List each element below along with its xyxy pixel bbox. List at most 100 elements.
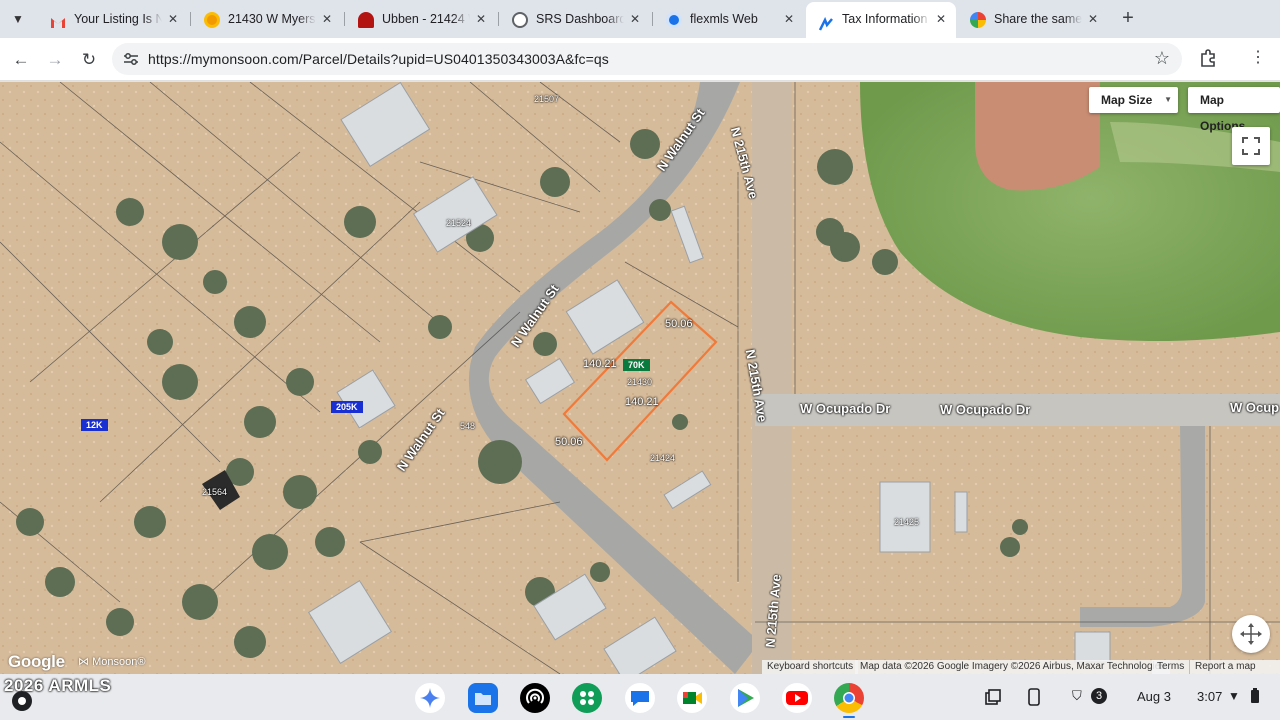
apps-icon [580,691,594,705]
tab-tax-information[interactable]: Tax Information - ✕ [806,2,956,38]
chat-icon [631,691,649,706]
more-menu-icon[interactable]: ⋮ [1250,48,1266,68]
close-icon[interactable]: ✕ [630,4,640,34]
parcel-dimension: 140.21 [583,358,617,370]
tab-search-chevron-icon[interactable]: ▼ [8,9,28,29]
close-icon[interactable]: ✕ [784,4,794,34]
price-marker[interactable]: 205K [331,401,363,413]
phone-hub-button[interactable] [1026,688,1042,709]
google-icon [970,12,986,28]
tab-title: Your Listing Is No [74,12,162,26]
date-label[interactable]: Aug 3 [1137,689,1171,704]
price-marker[interactable]: 12K [81,419,108,431]
play-store-app-button[interactable] [730,683,760,713]
chrome-icon [843,692,855,704]
monsoon-logo: ⋈ Monsoon® [78,656,146,668]
tab-srs-dashboard[interactable]: SRS Dashboard ( ✕ [500,4,650,34]
gemini-app-button[interactable] [415,683,445,713]
notifications-button[interactable]: ⛉ 3 [1068,686,1112,708]
red-logo-icon [358,12,374,28]
chrome-app-button[interactable] [834,683,864,713]
tab-21430-myers[interactable]: 21430 W Myers A ✕ [192,4,342,34]
youtube-icon [786,691,808,705]
parcel-dimension: 50.06 [665,318,693,330]
parcel-map[interactable]: N Walnut St N Walnut St N Walnut St N 21… [0,82,1280,674]
site-settings-icon[interactable] [122,50,140,68]
bookmark-star-icon[interactable]: ☆ [1154,48,1170,69]
launcher-icon [18,697,26,705]
gemini-icon [420,688,440,708]
time-label[interactable]: 3:07 [1197,689,1222,704]
tab-title: SRS Dashboard ( [536,12,624,26]
google-logo: Google [8,652,65,671]
extensions-icon[interactable] [1198,49,1218,69]
reload-button[interactable]: ↻ [77,48,101,72]
flexmls-icon [666,12,682,28]
apps-app-button[interactable] [572,683,602,713]
tab-title: 21430 W Myers A [228,12,316,26]
monsoon-label: Monsoon [92,656,138,668]
chevron-down-icon: ▼ [1164,95,1172,104]
screenshot-icon [985,689,1001,705]
monsoon-icon [818,12,834,31]
play-store-icon [738,689,754,707]
youtube-app-button[interactable] [782,683,812,713]
browser-toolbar: ← → ↻ https://mymonsoon.com/Parcel/Detai… [0,38,1280,81]
shield-icon: ⛉ [1072,688,1082,703]
wifi-icon[interactable]: ▼ [1228,689,1240,703]
lot-number: 21424 [650,453,676,463]
close-icon[interactable]: ✕ [322,4,332,34]
fullscreen-icon [1242,137,1260,155]
screen-capture-button[interactable] [984,688,1002,709]
tab-share-the-same[interactable]: Share the same r ✕ [958,4,1108,34]
battery-icon[interactable] [1250,688,1260,707]
phone-icon [1028,688,1040,706]
meet-app-button[interactable] [677,683,707,713]
meet-icon [683,692,702,704]
terms-link[interactable]: Terms [1152,660,1190,674]
report-map-error-link[interactable]: Report a map error [1190,660,1280,674]
fullscreen-button[interactable] [1232,127,1270,165]
map-size-dropdown[interactable]: Map Size ▼ [1089,87,1178,113]
tab-gmail[interactable]: Your Listing Is No ✕ [38,4,188,34]
tab-flexmls[interactable]: flexmls Web ✕ [654,4,804,34]
lot-number: 21430 [627,377,653,387]
lot-number: 548 [460,421,476,431]
files-icon [475,693,491,705]
files-app-button[interactable] [468,683,498,713]
lot-number: 21524 [446,218,472,228]
podcast-icon [526,688,544,704]
podcast-app-button[interactable] [520,683,550,713]
keyboard-shortcuts-link[interactable]: Keyboard shortcuts [762,660,859,674]
price-marker[interactable]: 70K [623,359,650,371]
globe-icon [512,12,528,28]
back-button[interactable]: ← [9,48,33,72]
forward-button[interactable]: → [43,48,67,72]
pan-control-button[interactable] [1232,615,1270,653]
monsoon-icon: ⋈ [78,656,89,668]
new-tab-button[interactable]: + [1118,8,1138,28]
tab-strip: ▼ Your Listing Is No ✕ 21430 W Myers A ✕… [0,0,1280,38]
gmail-icon [50,12,66,28]
close-icon[interactable]: ✕ [168,4,178,34]
launcher-button[interactable] [12,691,32,711]
map-data-attribution: Map data ©2026 Google Imagery ©2026 Airb… [855,660,1171,674]
lot-number: 21507 [534,94,560,104]
chat-app-button[interactable] [625,683,655,713]
tab-title: flexmls Web [690,12,758,26]
close-icon[interactable]: ✕ [936,2,946,36]
orange-logo-icon [204,12,220,28]
street-label-ocupado: W Ocupado Dr [800,401,891,416]
street-label-ocupado: W Ocup [1230,400,1280,415]
parcel-dimension: 50.06 [555,436,583,448]
os-shelf: 2026 ARMLS ⛉ 3 Aug 3 3:07 ▼ [0,674,1280,720]
parcel-dimension: 140.21 [625,396,659,408]
address-bar[interactable]: https://mymonsoon.com/Parcel/Details?upi… [112,43,1182,75]
close-icon[interactable]: ✕ [1088,4,1098,34]
tab-ubben[interactable]: Ubben - 21424 W ✕ [346,4,496,34]
close-icon[interactable]: ✕ [476,4,486,34]
tab-title: Share the same r [994,12,1082,26]
map-options-button[interactable]: Map Options [1188,87,1280,133]
url-text: https://mymonsoon.com/Parcel/Details?upi… [148,51,609,67]
map-size-label: Map Size [1101,93,1153,107]
